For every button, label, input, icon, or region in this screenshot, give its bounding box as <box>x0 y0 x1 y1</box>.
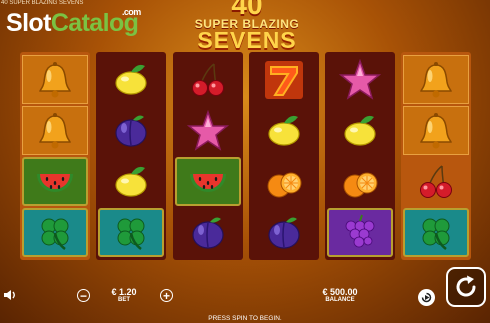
speaker-icon <box>4 290 15 300</box>
autoplay-button[interactable] <box>418 289 435 306</box>
game-logo-line2: SEVENS <box>197 27 297 53</box>
lemon-symbol <box>251 106 317 155</box>
minus-icon: − <box>79 288 87 303</box>
cherry-symbol <box>403 157 469 206</box>
seven-symbol <box>251 55 317 104</box>
grapes-symbol <box>327 208 393 257</box>
lemon-symbol <box>98 55 164 104</box>
star-symbol <box>175 106 241 155</box>
balance-label: BALANCE <box>325 297 355 303</box>
watermelon-symbol <box>22 157 88 206</box>
bet-decrease-button[interactable]: − <box>77 289 90 302</box>
orange-symbol <box>327 157 393 206</box>
window-title: 40 SUPER BLAZING SEVENS <box>1 0 84 6</box>
spin-hint: PRESS SPIN TO BEGIN. <box>208 315 282 322</box>
balance-value: € 500.00 <box>322 287 358 297</box>
clover-symbol <box>403 208 469 257</box>
plum-symbol <box>175 208 241 257</box>
sound-button[interactable] <box>3 288 17 302</box>
plus-icon: + <box>162 288 170 303</box>
clover-symbol <box>22 208 88 257</box>
bell-symbol <box>403 55 469 104</box>
lemon-symbol <box>327 106 393 155</box>
slotcatalog-logo: SlotCatalog .com <box>6 7 141 38</box>
bet-value: € 1.20 <box>111 287 137 297</box>
cherry-symbol <box>175 55 241 104</box>
clover-symbol <box>98 208 164 257</box>
bell-symbol <box>403 106 469 155</box>
lemon-symbol <box>98 157 164 206</box>
spin-button[interactable] <box>446 267 486 307</box>
bell-symbol <box>22 55 88 104</box>
bet-label: BET <box>118 297 130 303</box>
star-symbol <box>327 55 393 104</box>
autoplay-icon <box>421 292 432 303</box>
bell-symbol <box>22 106 88 155</box>
plum-symbol <box>98 106 164 155</box>
logo-slot-text: Slot <box>6 9 51 37</box>
watermelon-symbol <box>175 157 241 206</box>
plum-symbol <box>251 208 317 257</box>
bet-increase-button[interactable]: + <box>160 289 173 302</box>
spin-icon <box>456 275 476 297</box>
game-logo: 40 SUPER BLAZING SEVENS <box>176 0 318 53</box>
orange-symbol <box>251 157 317 206</box>
logo-com-text: .com <box>122 7 141 17</box>
reel-grid <box>20 52 472 260</box>
